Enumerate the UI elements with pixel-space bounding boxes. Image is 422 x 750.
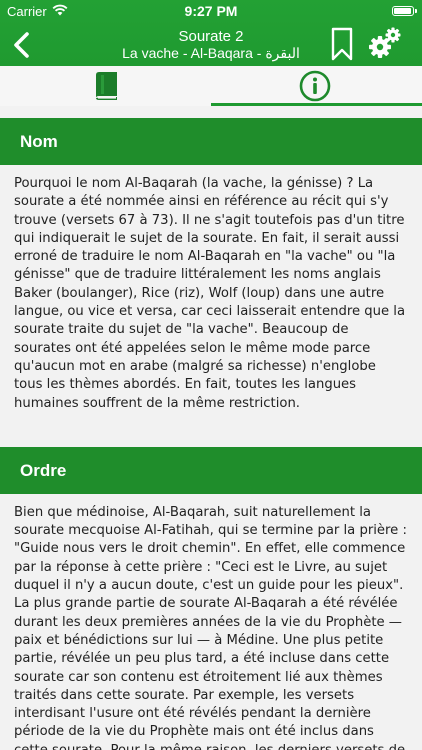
book-icon: [96, 72, 117, 100]
battery-icon: [392, 6, 417, 16]
section-header-nom: Nom: [0, 118, 422, 165]
status-bar: Carrier 9:27 PM: [0, 0, 422, 22]
section-text-ordre: Bien que médinoise, Al-Baqarah, suit nat…: [14, 504, 407, 750]
page-title: Sourate 2: [178, 28, 244, 45]
status-time: 9:27 PM: [184, 3, 238, 19]
info-content[interactable]: Nom Pourquoi le nom Al-Baqarah (la vache…: [0, 106, 422, 750]
info-icon: [299, 70, 331, 102]
settings-gear-icon[interactable]: [366, 26, 402, 62]
tab-bar: [0, 66, 422, 106]
tab-info[interactable]: [211, 66, 422, 106]
header-titles: Sourate 2 La vache - Al-Baqara - البقرة: [90, 28, 332, 62]
page-subtitle: La vache - Al-Baqara - البقرة: [122, 45, 300, 61]
tab-text[interactable]: [0, 66, 211, 106]
bookmark-icon[interactable]: [331, 27, 353, 61]
section-header-ordre: Ordre: [0, 446, 422, 494]
top-bar: Carrier 9:27 PM Sourate 2 La vache - Al-…: [0, 0, 422, 66]
back-chevron-icon[interactable]: [8, 30, 36, 60]
section-text-nom: Pourquoi le nom Al-Baqarah (la vache, la…: [14, 176, 406, 411]
